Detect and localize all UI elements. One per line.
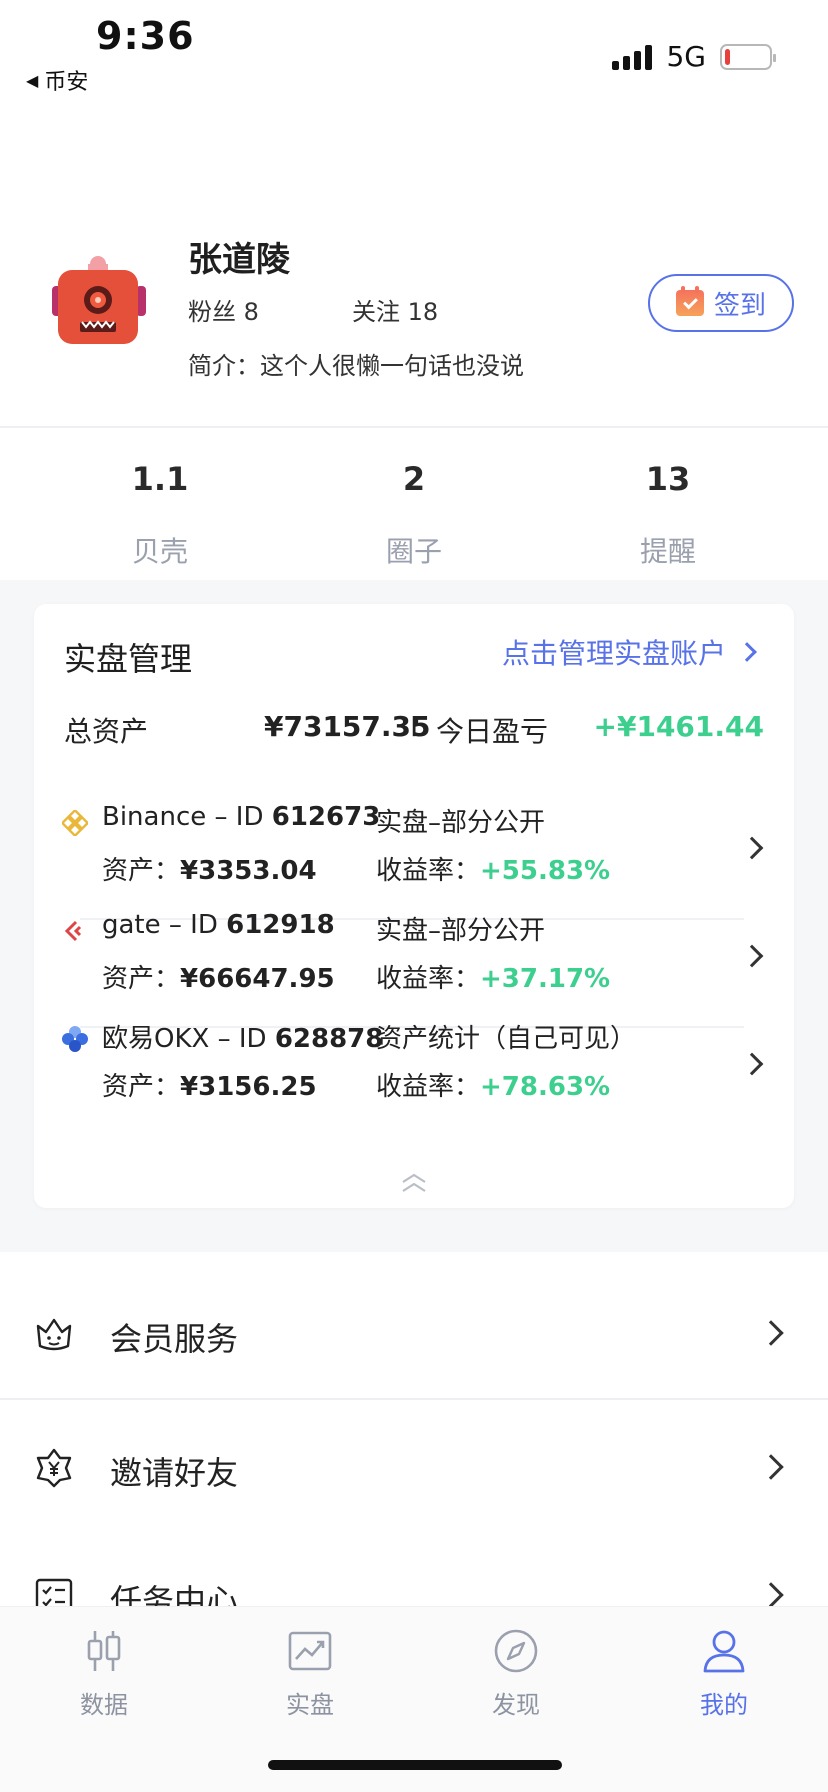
status-time: 9:36 — [96, 14, 195, 58]
divider — [0, 1398, 828, 1400]
chevron-right-icon — [758, 1454, 784, 1480]
card-title: 实盘管理 — [64, 640, 193, 678]
back-triangle-icon: ◀ — [26, 70, 39, 90]
account-yield: 收益率：+37.17% — [376, 964, 611, 994]
crown-icon — [36, 1318, 72, 1351]
chevron-right-icon — [737, 642, 757, 662]
manage-accounts-link[interactable]: 点击管理实盘账户 — [501, 632, 757, 672]
bio: 简介： 这个人很懒一句话也没说 — [188, 346, 524, 381]
today-pnl-label: 今日盈亏 — [436, 715, 549, 748]
account-yield: 收益率：+55.83% — [376, 856, 611, 886]
account-row-gate[interactable]: gate – ID 612918 资产：¥66647.95 实盘–部分公开 收益… — [62, 904, 774, 1028]
counter-value: 1.1 — [131, 460, 189, 498]
total-assets-value: ¥73157.35 — [264, 710, 431, 743]
tab-mine[interactable]: 我的 — [664, 1627, 784, 1720]
account-type: 资产统计（自己可见） — [376, 1024, 637, 1054]
candlestick-icon — [87, 1631, 121, 1671]
counter-value: 2 — [402, 460, 426, 498]
tab-discover[interactable]: 发现 — [456, 1627, 576, 1720]
account-row-okx[interactable]: 欧易OKX – ID 628878 资产：¥3156.25 资产统计（自己可见）… — [62, 1012, 774, 1136]
battery-icon — [720, 43, 776, 70]
today-pnl-value: +¥1461.44 — [593, 710, 764, 743]
separator: I — [410, 710, 419, 743]
chevron-right-icon — [740, 836, 764, 860]
home-indicator[interactable] — [268, 1760, 562, 1770]
tab-label: 数据 — [80, 1691, 128, 1719]
chevron-right-icon — [740, 944, 764, 968]
battery-level — [725, 48, 731, 65]
following-stat[interactable]: 关注 18 — [352, 292, 438, 327]
account-asset: 资产：¥3353.04 — [102, 856, 317, 886]
yuan-badge-icon — [36, 1448, 72, 1488]
tab-live[interactable]: 实盘 — [250, 1627, 370, 1720]
counter-label: 圈子 — [385, 535, 442, 568]
back-app-label: 币安 — [44, 70, 89, 95]
account-name: gate – ID 612918 — [102, 910, 335, 940]
following-label: 关注 — [352, 298, 400, 326]
bio-label: 简介： — [188, 352, 260, 380]
chart-board-icon — [288, 1631, 332, 1671]
followers-stat[interactable]: 粉丝 8 — [188, 292, 352, 327]
follow-stats: 粉丝 8 关注 18 — [188, 292, 438, 327]
followers-label: 粉丝 — [188, 298, 236, 326]
chevron-right-icon — [758, 1582, 784, 1608]
account-asset: 资产：¥3156.25 — [102, 1072, 317, 1102]
compass-icon — [494, 1629, 538, 1673]
account-type: 实盘–部分公开 — [376, 916, 546, 946]
collapse-up-icon[interactable] — [400, 1172, 428, 1194]
menu-label: 会员服务 — [110, 1320, 239, 1358]
tab-label: 实盘 — [286, 1691, 334, 1719]
menu-item-membership[interactable]: 会员服务 — [0, 1268, 828, 1398]
account-asset: 资产：¥66647.95 — [102, 964, 335, 994]
account-yield: 收益率：+78.63% — [376, 1072, 611, 1102]
counter-label: 提醒 — [639, 535, 696, 568]
gate-icon — [64, 920, 82, 942]
tab-label: 发现 — [492, 1691, 540, 1719]
account-row-binance[interactable]: Binance – ID 612673 资产：¥3353.04 实盘–部分公开 … — [62, 796, 774, 920]
chevron-right-icon — [758, 1320, 784, 1346]
okx-icon — [62, 1026, 88, 1052]
username: 张道陵 — [188, 240, 290, 280]
divider — [0, 426, 828, 428]
account-type: 实盘–部分公开 — [376, 808, 546, 838]
counter-reminders[interactable]: 13 提醒 — [568, 460, 768, 570]
checkin-button[interactable]: 签到 — [648, 274, 794, 332]
calendar-check-icon — [675, 286, 704, 316]
bio-text: 这个人很懒一句话也没说 — [260, 352, 524, 380]
tab-label: 我的 — [700, 1691, 748, 1719]
checkin-label: 签到 — [713, 290, 766, 321]
manage-accounts-label: 点击管理实盘账户 — [501, 637, 726, 670]
status-indicators: 5G — [612, 40, 776, 73]
account-name: Binance – ID 612673 — [102, 802, 381, 832]
counter-circles[interactable]: 2 圈子 — [314, 460, 514, 570]
user-icon — [703, 1630, 745, 1673]
menu-label: 邀请好友 — [110, 1454, 239, 1492]
signal-icon — [612, 44, 653, 70]
chevron-right-icon — [740, 1052, 764, 1076]
back-to-app-button[interactable]: ◀ 币安 — [26, 64, 88, 96]
binance-icon — [62, 810, 88, 836]
account-name: 欧易OKX – ID 628878 — [102, 1024, 384, 1054]
following-count: 18 — [407, 298, 439, 326]
counter-shells[interactable]: 1.1 贝壳 — [60, 460, 260, 570]
tab-data[interactable]: 数据 — [44, 1627, 164, 1720]
counter-value: 13 — [645, 460, 691, 498]
avatar[interactable] — [52, 256, 146, 352]
followers-count: 8 — [243, 298, 259, 326]
total-assets-label: 总资产 — [64, 715, 149, 748]
asset-management-card: 实盘管理 点击管理实盘账户 总资产 ¥73157.35 I 今日盈亏 +¥146… — [34, 604, 794, 1208]
menu-item-invite[interactable]: 邀请好友 — [0, 1402, 828, 1532]
counter-label: 贝壳 — [131, 535, 188, 568]
network-label: 5G — [666, 40, 706, 73]
